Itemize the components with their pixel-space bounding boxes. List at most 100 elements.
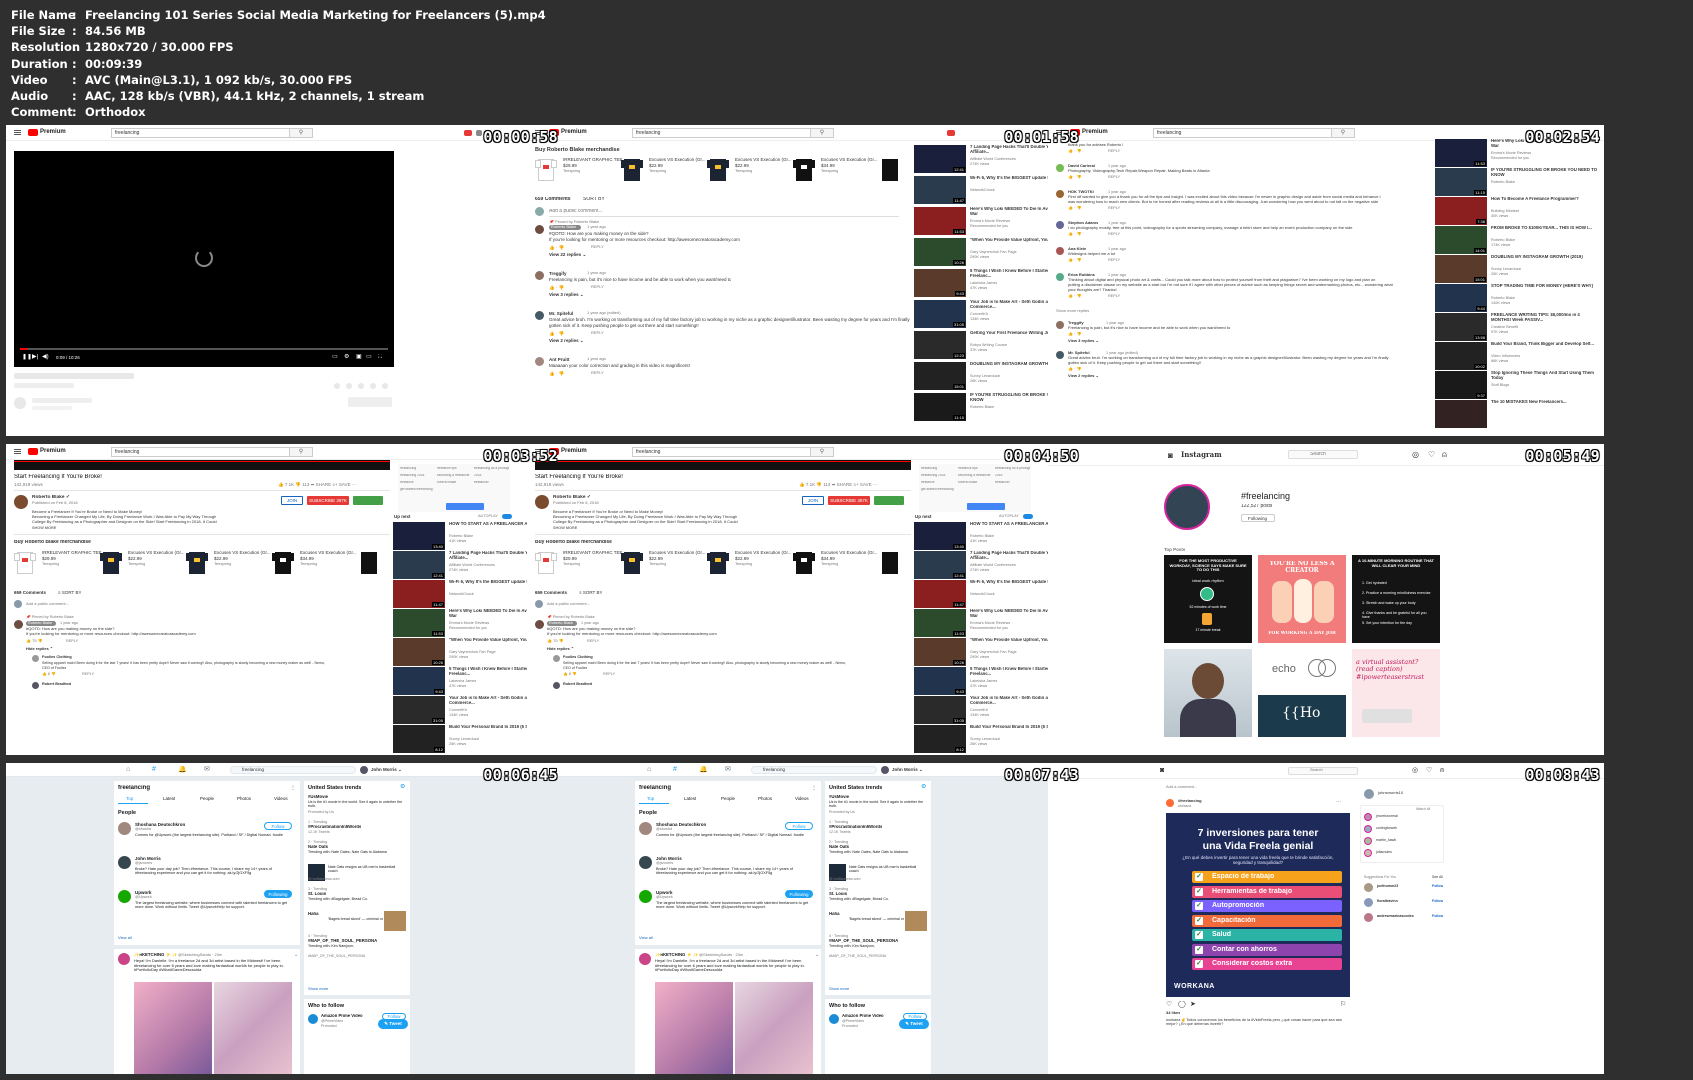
- show-more-replies[interactable]: Show more replies: [1056, 309, 1089, 314]
- reply-button[interactable]: REPLY: [587, 639, 599, 643]
- merch-shirt-image[interactable]: [793, 550, 815, 574]
- follow-button[interactable]: Follow: [264, 822, 292, 830]
- messages-icon[interactable]: ✉: [725, 766, 731, 774]
- comment-author[interactable]: Treggify: [549, 271, 567, 276]
- subscribe-button[interactable]: SUBSCRIBE 397K: [307, 496, 349, 505]
- tag-chip[interactable]: roberto blake: [437, 481, 472, 485]
- reply-author[interactable]: Robert Bradford: [42, 682, 71, 686]
- follow-avatar[interactable]: [308, 1014, 318, 1024]
- tag-chip[interactable]: freelance: [921, 481, 956, 485]
- suggested-user[interactable]: floraltravinn: [1377, 899, 1398, 903]
- merch-shirt-image[interactable]: [100, 550, 122, 574]
- merch-shirt-image[interactable]: [272, 550, 294, 574]
- merch-shirt-image[interactable]: [358, 550, 380, 574]
- messages-icon[interactable]: ✉: [204, 766, 210, 774]
- add-comment-input[interactable]: Add a public comment...: [547, 602, 590, 607]
- follow-avatar[interactable]: [829, 1014, 839, 1024]
- tweet-image[interactable]: [214, 982, 292, 1074]
- video-player[interactable]: ❚❚ ▶| ◀) 0:09 / 10:26 ▭ ⚙ ▣ ▭ ⛶: [14, 151, 394, 367]
- merch-shirt-image[interactable]: [621, 157, 643, 181]
- follow-button[interactable]: Follow: [785, 822, 813, 830]
- post-card[interactable]: YOU'RE NO LESS A CREATOR FOR WORKING A D…: [1258, 555, 1346, 643]
- merch-shirt-image[interactable]: [793, 157, 815, 181]
- related-thumbnail[interactable]: 10:02: [1435, 342, 1487, 370]
- related-thumbnail[interactable]: 8:12: [393, 725, 445, 753]
- tag-chip[interactable]: freelancing 2018: [921, 474, 956, 478]
- follow-button[interactable]: Follow: [1432, 914, 1443, 918]
- tweet-image[interactable]: [655, 982, 733, 1074]
- tab-videos[interactable]: Videos: [795, 796, 809, 801]
- related-thumbnail[interactable]: 9:37: [1435, 371, 1487, 399]
- search-input[interactable]: freelancing: [632, 128, 822, 138]
- person-avatar[interactable]: [639, 856, 652, 869]
- search-icon[interactable]: ⚲: [810, 128, 834, 138]
- related-thumbnail[interactable]: 9:43: [393, 667, 445, 695]
- related-thumbnail[interactable]: 13:58: [1435, 313, 1487, 341]
- like-icon[interactable]: 👍 · 👎: [1068, 332, 1082, 337]
- related-title[interactable]: FROM BROKE TO $100K/YEAR... THIS IS HOW …: [1491, 226, 1601, 231]
- add-comment-input[interactable]: Add a comment...: [1166, 785, 1197, 790]
- person-avatar[interactable]: [639, 822, 652, 835]
- related-thumbnail[interactable]: 11:47: [393, 580, 445, 608]
- avatar[interactable]: [360, 766, 368, 774]
- show-more-link[interactable]: SHOW MORE: [553, 526, 577, 530]
- post-card[interactable]: echo {{Ho: [1258, 649, 1346, 737]
- like-icon[interactable]: 👍 75 👎: [547, 639, 564, 644]
- related-thumbnail[interactable]: 11:15: [914, 393, 966, 421]
- post-card[interactable]: A 10-MINUTE MORNING ROUTINE THAT WILL CL…: [1352, 555, 1440, 643]
- merch-shirt-image[interactable]: [707, 550, 729, 574]
- compass-icon[interactable]: ◎: [1412, 767, 1418, 775]
- like-button[interactable]: 👍 7.1K 👎 113 ➦ SHARE ≡+ SAVE ⋯: [278, 482, 356, 487]
- menu-icon[interactable]: [14, 449, 21, 454]
- search-input[interactable]: freelancing: [632, 447, 822, 457]
- notifications-icon[interactable]: 🔔: [699, 766, 708, 774]
- reply-button[interactable]: REPLY: [1108, 149, 1120, 153]
- comment-author[interactable]: Roberto Blake: [551, 225, 576, 230]
- see-all-link[interactable]: See All: [1432, 875, 1443, 879]
- reply-button[interactable]: REPLY: [66, 639, 78, 643]
- story-user[interactable]: martin_kawk: [1376, 838, 1396, 842]
- related-thumbnail[interactable]: 13:40: [914, 522, 966, 550]
- search-icon[interactable]: ⚲: [1331, 128, 1355, 138]
- like-icon[interactable]: 👍 · 👎: [549, 285, 564, 290]
- show-more-link[interactable]: Show more: [308, 987, 328, 992]
- progress-bar[interactable]: [20, 348, 388, 350]
- related-thumbnail[interactable]: 11:53: [393, 609, 445, 637]
- search-icon[interactable]: ⚲: [810, 447, 834, 457]
- theater-icon[interactable]: ▭: [366, 354, 372, 361]
- tag-chip[interactable]: roberto blake: [958, 481, 993, 485]
- person-avatar[interactable]: [118, 822, 131, 835]
- like-icon[interactable]: 👍 · 👎: [1068, 149, 1082, 154]
- tab-videos[interactable]: Videos: [274, 796, 288, 801]
- search-button[interactable]: [446, 503, 484, 510]
- autoplay-toggle[interactable]: [502, 514, 512, 519]
- tag-chip[interactable]: get started freelancing: [400, 488, 435, 492]
- comment-author[interactable]: Roberto Blake: [28, 621, 52, 625]
- related-title[interactable]: FREELANCE WRITING TIPS: $5,000/mo in 4 M…: [1491, 313, 1601, 323]
- tab-photos[interactable]: Photos: [237, 796, 251, 801]
- related-thumbnail[interactable]: 10:26: [393, 638, 445, 666]
- tag-chip[interactable]: 2018: [995, 474, 1030, 478]
- related-thumbnail[interactable]: 31:05: [914, 696, 966, 724]
- person-avatar[interactable]: [118, 856, 131, 869]
- person-avatar[interactable]: [639, 890, 652, 903]
- profile-icon[interactable]: ⍝: [1440, 767, 1444, 775]
- merch-shirt-image[interactable]: [535, 550, 557, 574]
- related-thumbnail[interactable]: 10:26: [914, 238, 966, 266]
- tag-chip[interactable]: freelancer: [995, 481, 1030, 485]
- tag-chip[interactable]: 2018: [474, 474, 509, 478]
- related-thumbnail[interactable]: 15:01: [1435, 255, 1487, 283]
- follow-button[interactable]: Follow: [1432, 884, 1443, 888]
- chevron-down-icon[interactable]: ⌄: [815, 953, 819, 959]
- reply-button[interactable]: REPLY: [591, 245, 604, 250]
- search-icon[interactable]: ⚲: [289, 447, 313, 457]
- side-username[interactable]: johnsmorris10: [1378, 791, 1403, 796]
- related-thumbnail[interactable]: 9:43: [914, 269, 966, 297]
- story-avatar[interactable]: [1364, 849, 1372, 857]
- related-thumbnail[interactable]: 10:26: [914, 638, 966, 666]
- reply-button[interactable]: REPLY: [1108, 258, 1120, 262]
- search-input[interactable]: [1288, 767, 1358, 775]
- follow-button[interactable]: Following: [264, 890, 292, 898]
- reply-button[interactable]: REPLY: [591, 331, 604, 336]
- related-thumbnail[interactable]: 12:23: [914, 331, 966, 359]
